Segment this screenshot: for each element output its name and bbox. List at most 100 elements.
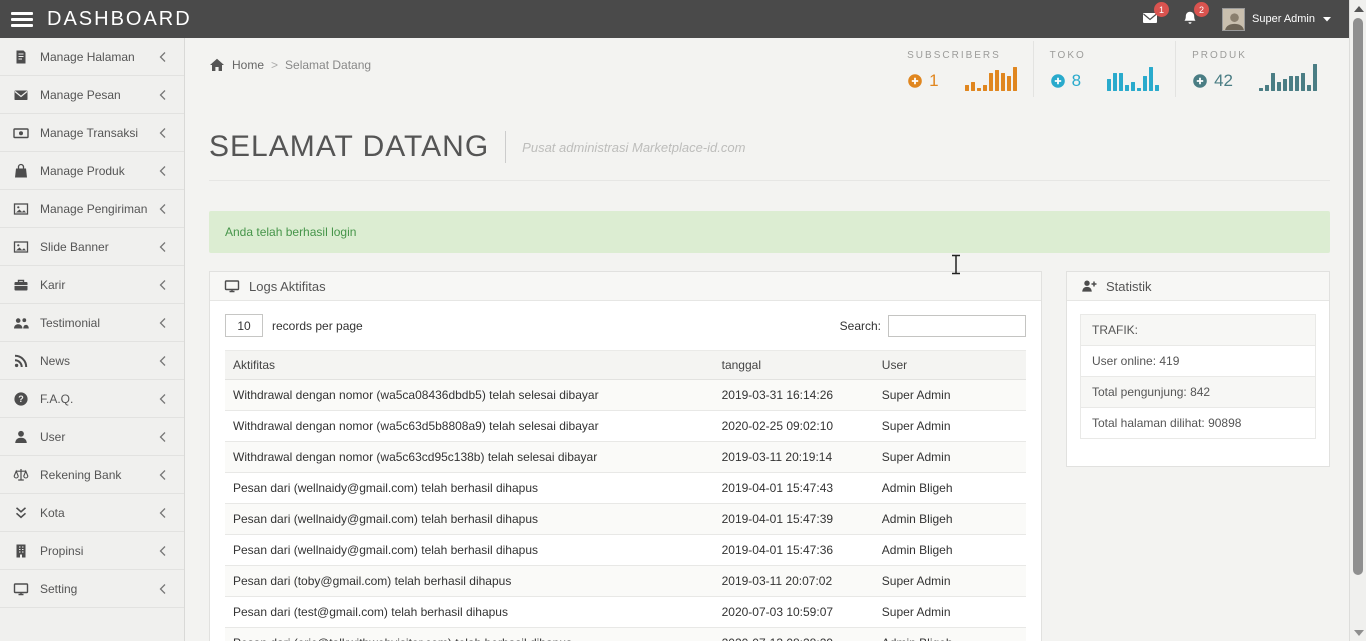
sidebar-item-manage-halaman[interactable]: Manage Halaman — [0, 38, 184, 76]
table-cell: Admin Bligeh — [874, 535, 1026, 566]
scale-icon — [13, 467, 29, 483]
sidebar-item-label: Slide Banner — [40, 240, 109, 254]
records-per-page-label: records per page — [272, 319, 363, 333]
statistik-item: User online: 419 — [1080, 346, 1316, 377]
envelope-icon — [1142, 15, 1158, 29]
user-menu[interactable]: Super Admin — [1222, 8, 1335, 31]
double-chevron-down-icon — [13, 505, 29, 521]
table-cell: Pesan dari (toby@gmail.com) telah berhas… — [225, 566, 714, 597]
stat-sparkline — [965, 64, 1017, 91]
chevron-left-icon — [155, 163, 171, 179]
stat-sparkline — [1107, 64, 1159, 91]
sidebar-item-label: Testimonial — [40, 316, 100, 330]
breadcrumb-separator: > — [271, 58, 278, 72]
breadcrumb: Home > Selamat Datang — [209, 57, 371, 73]
page-title: SELAMAT DATANG — [209, 130, 489, 164]
search-input[interactable] — [888, 315, 1026, 337]
bag-icon — [13, 163, 29, 179]
sidebar-item-karir[interactable]: Karir — [0, 266, 184, 304]
chevron-left-icon — [155, 429, 171, 445]
sidebar-item-manage-produk[interactable]: Manage Produk — [0, 152, 184, 190]
topbar: DASHBOARD 1 2 Super Admin — [0, 0, 1349, 38]
sidebar-item-label: News — [40, 354, 70, 368]
messages-badge: 1 — [1154, 2, 1169, 17]
table-cell: Admin Bligeh — [874, 473, 1026, 504]
statistik-panel: Statistik TRAFIK:User online: 419Total p… — [1066, 271, 1330, 467]
records-per-page-select[interactable]: 10 — [225, 314, 263, 337]
sidebar-item-manage-pesan[interactable]: Manage Pesan — [0, 76, 184, 114]
stat-value: 8 — [1072, 71, 1081, 91]
sidebar-item-label: Setting — [40, 582, 77, 596]
success-alert: Anda telah berhasil login — [209, 211, 1330, 253]
rss-icon — [13, 353, 29, 369]
sidebar-item-kota[interactable]: Kota — [0, 494, 184, 532]
sidebar-item-label: Manage Halaman — [40, 50, 135, 64]
sidebar-item-news[interactable]: News — [0, 342, 184, 380]
sidebar-item-slide-banner[interactable]: Slide Banner — [0, 228, 184, 266]
sidebar-item-label: Kota — [40, 506, 65, 520]
scroll-up-arrow[interactable] — [1354, 6, 1364, 12]
chevron-left-icon — [155, 125, 171, 141]
table-row: Pesan dari (eric@talkwithwebvisitor.com)… — [225, 628, 1026, 641]
table-row: Pesan dari (wellnaidy@gmail.com) telah b… — [225, 473, 1026, 504]
menu-toggle-icon[interactable] — [11, 12, 33, 27]
stat-value: 1 — [929, 71, 938, 91]
statistik-item: TRAFIK: — [1080, 314, 1316, 346]
sidebar-item-f-a-q[interactable]: ?F.A.Q. — [0, 380, 184, 418]
statistik-item: Total halaman dilihat: 90898 — [1080, 408, 1316, 439]
table-cell: Pesan dari (test@gmail.com) telah berhas… — [225, 597, 714, 628]
table-cell: Pesan dari (wellnaidy@gmail.com) telah b… — [225, 504, 714, 535]
sidebar-item-manage-transaksi[interactable]: Manage Transaksi — [0, 114, 184, 152]
money-icon — [13, 125, 29, 141]
logs-table: AktifitastanggalUser Withdrawal dengan n… — [225, 350, 1026, 641]
chevron-left-icon — [155, 87, 171, 103]
breadcrumb-home[interactable]: Home — [232, 58, 264, 72]
sidebar-item-setting[interactable]: Setting — [0, 570, 184, 608]
image-icon — [13, 201, 29, 217]
sidebar-item-label: Propinsi — [40, 544, 83, 558]
header-stats: SUBSCRIBERS1TOKO8PRODUK42 — [891, 41, 1333, 97]
column-header-tanggal[interactable]: tanggal — [714, 351, 874, 380]
sidebar-item-testimonial[interactable]: Testimonial — [0, 304, 184, 342]
column-header-user[interactable]: User — [874, 351, 1026, 380]
table-cell: Admin Bligeh — [874, 628, 1026, 641]
notifications-button[interactable]: 2 — [1182, 10, 1198, 28]
table-row: Withdrawal dengan nomor (wa5c63d5b8808a9… — [225, 411, 1026, 442]
chevron-left-icon — [155, 581, 171, 597]
chevron-left-icon — [155, 543, 171, 559]
sidebar-item-label: Manage Pengiriman — [40, 202, 147, 216]
stat-produk: PRODUK42 — [1175, 41, 1333, 97]
statistik-item: Total pengunjung: 842 — [1080, 377, 1316, 408]
plus-circle-icon — [907, 73, 923, 89]
column-header-aktifitas[interactable]: Aktifitas — [225, 351, 714, 380]
bell-icon — [1182, 15, 1198, 29]
title-divider — [505, 131, 506, 163]
table-cell: Super Admin — [874, 442, 1026, 473]
scrollbar-thumb[interactable] — [1353, 18, 1363, 575]
chevron-left-icon — [155, 391, 171, 407]
table-row: Withdrawal dengan nomor (wa5ca08436dbdb5… — [225, 380, 1026, 411]
avatar — [1222, 8, 1245, 31]
scroll-down-arrow[interactable] — [1354, 630, 1364, 636]
table-cell: Withdrawal dengan nomor (wa5c63cd95c138b… — [225, 442, 714, 473]
sidebar-item-label: Manage Transaksi — [40, 126, 138, 140]
table-cell: 2020-07-03 10:59:07 — [714, 597, 874, 628]
table-row: Withdrawal dengan nomor (wa5c63cd95c138b… — [225, 442, 1026, 473]
file-text-icon — [13, 49, 29, 65]
chevron-left-icon — [155, 315, 171, 331]
table-row: Pesan dari (wellnaidy@gmail.com) telah b… — [225, 535, 1026, 566]
sidebar-item-user[interactable]: User — [0, 418, 184, 456]
sidebar-item-manage-pengiriman[interactable]: Manage Pengiriman — [0, 190, 184, 228]
search-label: Search: — [840, 319, 881, 333]
chevron-down-icon — [1319, 11, 1335, 27]
table-cell: Withdrawal dengan nomor (wa5c63d5b8808a9… — [225, 411, 714, 442]
sidebar-item-rekening-bank[interactable]: Rekening Bank — [0, 456, 184, 494]
table-cell: 2019-04-01 15:47:39 — [714, 504, 874, 535]
sidebar-item-label: Karir — [40, 278, 65, 292]
table-cell: 2019-04-01 15:47:43 — [714, 473, 874, 504]
sidebar-item-propinsi[interactable]: Propinsi — [0, 532, 184, 570]
messages-button[interactable]: 1 — [1142, 10, 1158, 28]
stat-label: TOKO — [1050, 50, 1159, 61]
notifications-badge: 2 — [1194, 2, 1209, 17]
chevron-left-icon — [155, 353, 171, 369]
